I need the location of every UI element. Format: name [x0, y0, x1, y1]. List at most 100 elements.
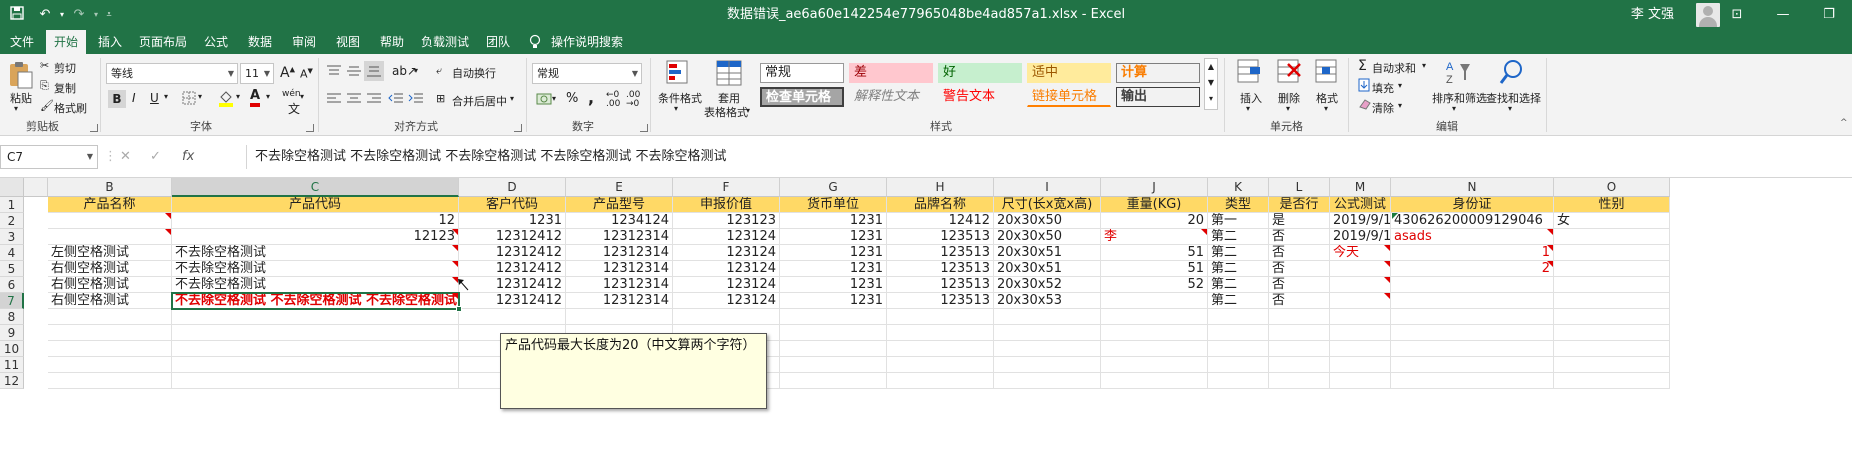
cell-G4[interactable]: 1231	[780, 245, 887, 261]
cell-H9[interactable]	[887, 325, 994, 341]
column-header-K[interactable]: K	[1208, 178, 1269, 197]
cell-N6[interactable]	[1391, 277, 1554, 293]
format-dropdown-icon[interactable]: ▾	[1324, 104, 1328, 113]
cell-I2[interactable]: 20x30x50	[994, 213, 1101, 229]
clear-button[interactable]: 清除	[1372, 100, 1394, 116]
cell-L3[interactable]: 否	[1269, 229, 1330, 245]
header-cell-F[interactable]: 申报价值	[673, 197, 780, 213]
row-header-10[interactable]: 10	[0, 341, 24, 357]
autosum-icon[interactable]: Σ	[1358, 58, 1367, 74]
delete-cells-icon[interactable]	[1276, 58, 1302, 89]
cell-H10[interactable]	[887, 341, 994, 357]
cell-L10[interactable]	[1269, 341, 1330, 357]
font-launcher-icon[interactable]	[306, 124, 314, 132]
cell-H11[interactable]	[887, 357, 994, 373]
cell-O12[interactable]	[1554, 373, 1670, 389]
copy-icon[interactable]: ⎘	[40, 79, 49, 93]
cell-C5[interactable]: 不去除空格测试	[172, 261, 459, 277]
cell-K12[interactable]	[1208, 373, 1269, 389]
tab-team[interactable]: 团队	[478, 30, 518, 54]
row-header-8[interactable]: 8	[0, 309, 24, 325]
user-name[interactable]: 李 文强	[1631, 0, 1674, 30]
phonetic-guide-icon[interactable]: wén	[282, 89, 301, 99]
orientation-dropdown-icon[interactable]: ▾	[414, 66, 418, 75]
cell-O7[interactable]	[1554, 293, 1670, 309]
find-select-button[interactable]: 查找和选择	[1486, 90, 1541, 106]
cell-B5[interactable]: 右侧空格测试	[48, 261, 172, 277]
cell-D6[interactable]: 12312412	[459, 277, 566, 293]
cell-O6[interactable]	[1554, 277, 1670, 293]
cell-C8[interactable]	[172, 309, 459, 325]
find-dropdown-icon[interactable]: ▾	[1508, 104, 1512, 113]
cell-M6[interactable]	[1330, 277, 1391, 293]
eraser-icon[interactable]	[1358, 98, 1372, 113]
ribbon-display-options-icon[interactable]: ⊡	[1714, 0, 1760, 30]
column-header-M[interactable]: M	[1330, 178, 1391, 197]
tab-view[interactable]: 视图	[328, 30, 368, 54]
cell-C11[interactable]	[172, 357, 459, 373]
header-cell-L[interactable]: 是否行	[1269, 197, 1330, 213]
clear-dropdown-icon[interactable]: ▾	[1398, 101, 1402, 110]
underline-dropdown-icon[interactable]: ▾	[164, 92, 168, 101]
merge-center-icon[interactable]: ⊞	[436, 92, 445, 105]
cell-I10[interactable]	[994, 341, 1101, 357]
cell-O5[interactable]	[1554, 261, 1670, 277]
cell-J12[interactable]	[1101, 373, 1208, 389]
align-middle-icon[interactable]	[346, 64, 362, 81]
clipboard-launcher-icon[interactable]	[90, 124, 98, 132]
cell-I6[interactable]: 20x30x52	[994, 277, 1101, 293]
find-select-icon[interactable]	[1498, 58, 1526, 91]
cell-O8[interactable]	[1554, 309, 1670, 325]
cell-J3[interactable]: 李	[1101, 229, 1208, 245]
align-right-icon[interactable]	[366, 92, 382, 109]
sort-filter-button[interactable]: 排序和筛选	[1432, 90, 1487, 106]
cell-K10[interactable]	[1208, 341, 1269, 357]
name-box[interactable]: C7 ▼	[0, 145, 98, 169]
cell-N8[interactable]	[1391, 309, 1554, 325]
style-bad[interactable]: 差	[849, 63, 933, 83]
collapse-ribbon-icon[interactable]: ^	[1840, 118, 1848, 128]
column-header-A[interactable]	[24, 178, 48, 197]
cell-D8[interactable]	[459, 309, 566, 325]
insert-dropdown-icon[interactable]: ▾	[1246, 104, 1250, 113]
cell-L11[interactable]	[1269, 357, 1330, 373]
cell-B8[interactable]	[48, 309, 172, 325]
cell-G5[interactable]: 1231	[780, 261, 887, 277]
accounting-format-icon[interactable]	[536, 92, 552, 109]
sort-filter-icon[interactable]: AZ	[1444, 58, 1472, 91]
formula-input[interactable]: 不去除空格测试 不去除空格测试 不去除空格测试 不去除空格测试 不去除空格测试	[246, 145, 1852, 169]
format-painter-button[interactable]: 格式刷	[54, 100, 87, 116]
font-color-dropdown-icon[interactable]: ▾	[266, 92, 270, 101]
cancel-icon[interactable]: ✕	[120, 145, 131, 169]
borders-icon[interactable]	[182, 91, 196, 108]
cell-M5[interactable]	[1330, 261, 1391, 277]
align-center-icon[interactable]	[346, 92, 362, 109]
cell-L4[interactable]: 否	[1269, 245, 1330, 261]
font-size-dropdown[interactable]: 11 ▼	[240, 63, 274, 84]
fill-handle[interactable]	[456, 306, 462, 312]
autosum-button[interactable]: 自动求和	[1372, 60, 1416, 76]
cell-D3[interactable]: 12312412	[459, 229, 566, 245]
cell-O4[interactable]	[1554, 245, 1670, 261]
column-header-O[interactable]: O	[1554, 178, 1670, 197]
tab-formulas[interactable]: 公式	[196, 30, 236, 54]
cell-K5[interactable]: 第二	[1208, 261, 1269, 277]
phonetic-guide-dropdown-icon[interactable]: ▾	[300, 92, 304, 101]
cell-K2[interactable]: 第一	[1208, 213, 1269, 229]
header-cell-K[interactable]: 类型	[1208, 197, 1269, 213]
row-header-4[interactable]: 4	[0, 245, 24, 261]
cell-I3[interactable]: 20x30x50	[994, 229, 1101, 245]
cell-I4[interactable]: 20x30x51	[994, 245, 1101, 261]
style-warning[interactable]: 警告文本	[938, 87, 1022, 107]
row-header-6[interactable]: 6	[0, 277, 24, 293]
cell-H3[interactable]: 123513	[887, 229, 994, 245]
style-normal[interactable]: 常规	[760, 63, 844, 83]
cell-K7[interactable]: 第二	[1208, 293, 1269, 309]
cell-C10[interactable]	[172, 341, 459, 357]
cell-M7[interactable]	[1330, 293, 1391, 309]
cell-F7[interactable]: 123124	[673, 293, 780, 309]
tab-review[interactable]: 审阅	[284, 30, 324, 54]
cell-G10[interactable]	[780, 341, 887, 357]
cell-K6[interactable]: 第二	[1208, 277, 1269, 293]
cell-N10[interactable]	[1391, 341, 1554, 357]
